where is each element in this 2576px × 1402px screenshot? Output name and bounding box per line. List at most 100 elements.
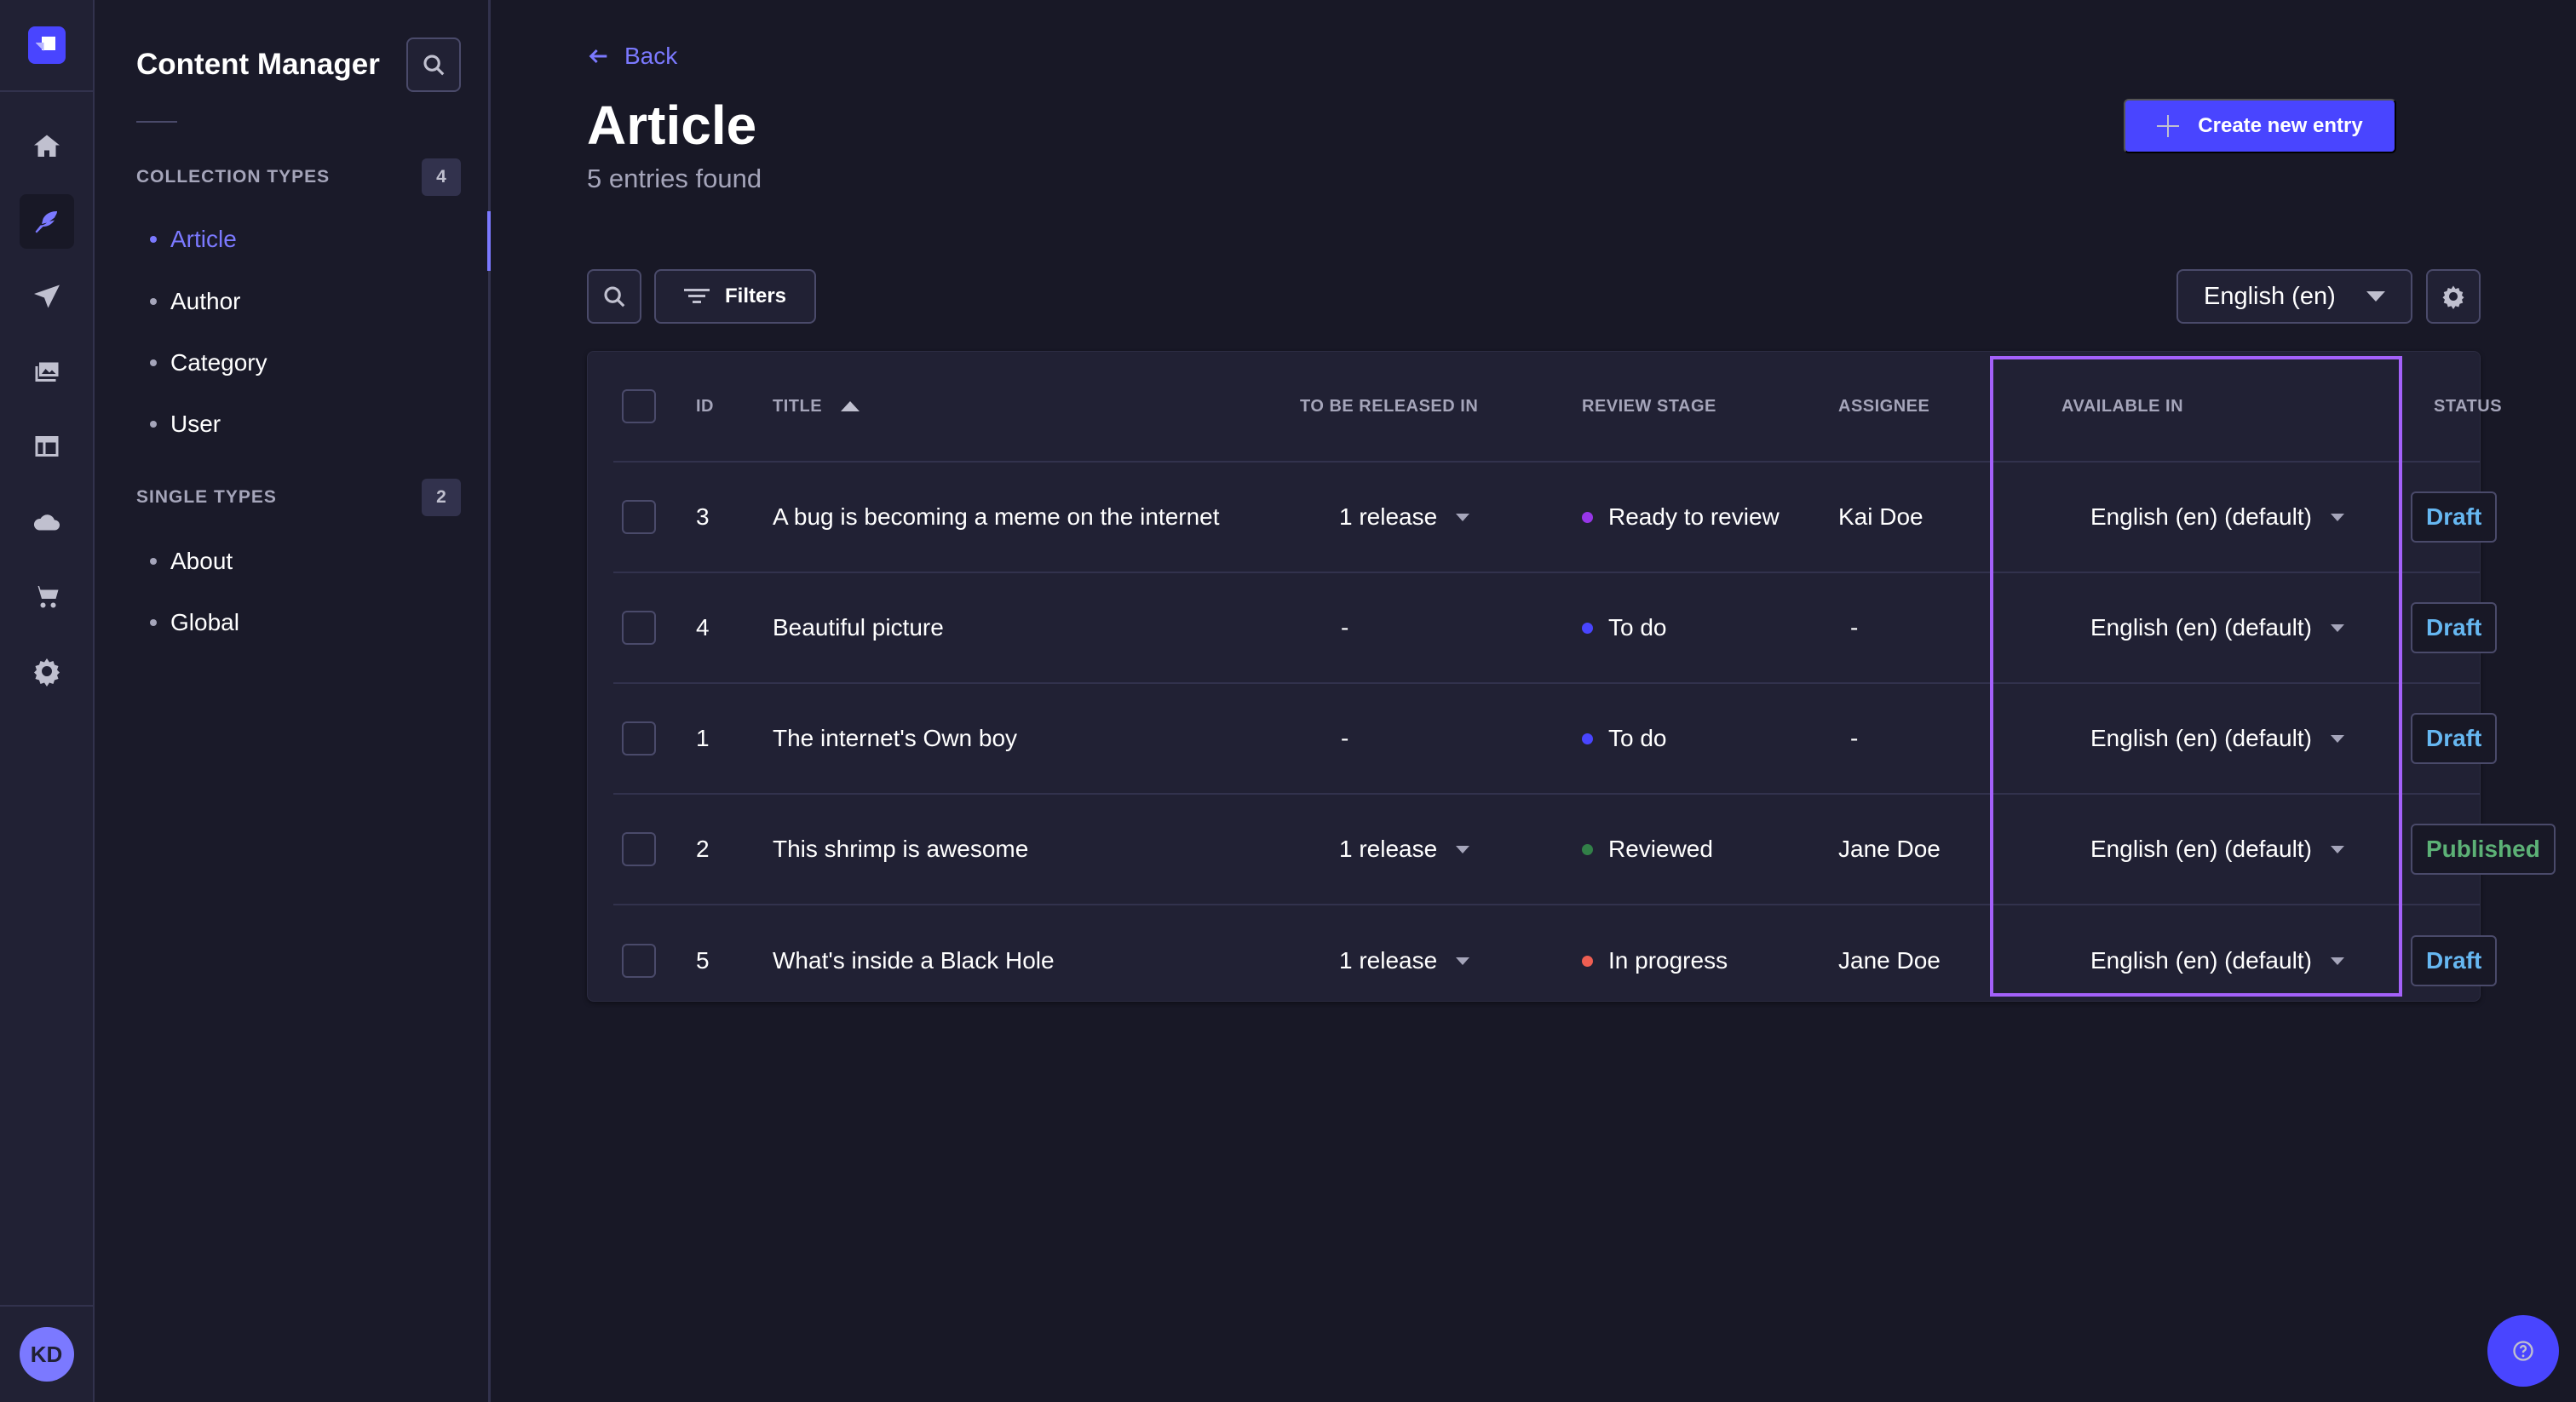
table-row[interactable]: 2 This shrimp is awesome 1 release Reviewed… [613,795,2556,905]
status-badge: Draft [2411,935,2498,986]
available-in-value: English (en) (default) [2090,614,2312,641]
stage-color-dot [1582,622,1593,634]
entry-id: 4 [696,614,710,641]
chevron-down-icon [1456,845,1470,853]
release-cell[interactable]: 1 release [1339,463,1470,572]
logo-area [0,0,93,92]
row-checkbox[interactable] [622,500,656,534]
review-stage: To do [1608,725,1667,751]
locale-value: English (en) [2204,282,2336,310]
section-label: SINGLE TYPES [136,487,277,507]
status-cell: Draft [2411,463,2498,572]
content-manager-sidebar: Content Manager COLLECTION TYPES 4 Artic… [95,0,491,1402]
status-badge: Draft [2411,491,2498,543]
list-settings-button[interactable] [2426,269,2481,324]
table-row[interactable]: 4 Beautiful picture - To do - English (en) (d… [613,573,2498,684]
user-avatar[interactable]: KD [19,1327,74,1382]
select-all-cell [622,352,656,461]
table-search-button[interactable] [587,269,641,324]
locale-select[interactable]: English (en) [2176,269,2412,324]
status-cell: Draft [2411,684,2498,793]
sidebar-divider [136,121,177,123]
create-new-entry-button[interactable]: Create new entry [2124,99,2396,153]
bullet-icon [150,359,157,366]
question-circle-icon [2513,1341,2533,1361]
column-header-id[interactable]: ID [696,352,714,461]
table-row[interactable]: 3 A bug is becoming a meme on the interne… [613,463,2498,573]
nav-item-deploy[interactable] [20,494,74,549]
review-stage-cell: To do [1582,573,1667,682]
chevron-down-icon [2330,623,2344,632]
create-label: Create new entry [2198,114,2363,137]
column-header-assignee[interactable]: ASSIGNEE [1838,352,1929,461]
review-stage: To do [1608,614,1667,641]
column-header-title[interactable]: TITLE [773,352,860,461]
row-select-cell [622,573,656,682]
available-in-cell[interactable]: English (en) (default) [2090,573,2344,682]
nav-item-releases[interactable] [20,269,74,324]
available-in-cell[interactable]: English (en) (default) [2090,905,2344,1016]
nav-item-content-manager[interactable] [19,194,74,249]
table-row[interactable]: 5 What's inside a Black Hole 1 release In p… [613,905,2498,1016]
chevron-down-icon [2330,845,2344,853]
nav-item-media-library[interactable] [20,344,74,399]
sidebar-item-label: User [170,411,221,437]
sidebar-item-author[interactable]: Author [150,288,241,315]
row-checkbox[interactable] [622,611,656,645]
row-checkbox[interactable] [622,832,656,866]
column-header-release[interactable]: TO BE RELEASED IN [1300,352,1478,461]
release-cell[interactable]: 1 release [1339,905,1470,1016]
entry-id: 2 [696,836,710,862]
table-row[interactable]: 1 The internet's Own boy - To do - English (e… [613,684,2498,795]
back-link[interactable]: Back [587,43,677,70]
chevron-down-icon [2330,957,2344,965]
layout-icon [35,436,58,457]
assignee: Jane Doe [1838,836,1941,862]
chevron-down-icon [2330,734,2344,743]
help-button[interactable] [2487,1315,2559,1387]
available-in-value: English (en) (default) [2090,836,2312,862]
nav-item-settings[interactable] [20,644,74,698]
status-badge: Draft [2411,602,2498,653]
review-stage-cell: Ready to review [1582,463,1780,572]
release-value: - [1341,614,1349,641]
entry-title: The internet's Own boy [773,725,1018,751]
gear-icon [2442,285,2464,309]
section-single-types[interactable]: SINGLE TYPES 2 [136,479,461,516]
filters-button[interactable]: Filters [654,269,816,324]
select-all-checkbox[interactable] [622,389,656,423]
available-in-cell[interactable]: English (en) (default) [2090,463,2344,572]
column-header-review-stage[interactable]: REVIEW STAGE [1582,352,1716,461]
sidebar-search-button[interactable] [406,37,461,92]
chevron-down-icon [2330,513,2344,521]
sidebar-item-article[interactable]: Article [150,226,237,253]
entry-id: 3 [696,503,710,530]
nav-item-content-type-builder[interactable] [20,419,74,474]
release-value: 1 release [1339,836,1438,862]
feather-icon [35,211,57,233]
row-checkbox[interactable] [622,721,656,756]
nav-item-home[interactable] [20,119,74,174]
strapi-logo-icon[interactable] [27,26,66,64]
sidebar-item-about[interactable]: About [150,548,233,575]
nav-item-marketplace[interactable] [20,569,74,623]
available-in-cell[interactable]: English (en) (default) [2090,684,2344,793]
sidebar-item-user[interactable]: User [150,411,221,438]
review-stage-cell: Reviewed [1582,795,1713,904]
row-checkbox[interactable] [622,944,656,978]
review-stage: In progress [1608,947,1728,974]
column-header-available-in[interactable]: AVAILABLE IN [2061,352,2183,461]
available-in-cell[interactable]: English (en) (default) [2090,795,2344,904]
available-in-value: English (en) (default) [2090,947,2312,974]
assignee: - [1850,614,1859,641]
section-collection-types[interactable]: COLLECTION TYPES 4 [136,158,461,196]
sidebar-item-global[interactable]: Global [150,609,239,636]
sidebar-item-category[interactable]: Category [150,349,267,376]
release-cell[interactable]: 1 release [1339,795,1470,904]
column-header-status[interactable]: STATUS [2434,352,2502,461]
sidebar-item-label: Article [170,226,237,252]
entry-title: Beautiful picture [773,614,944,641]
chevron-down-icon [1456,513,1470,521]
status-cell: Published [2411,795,2556,904]
cart-icon [33,586,58,608]
